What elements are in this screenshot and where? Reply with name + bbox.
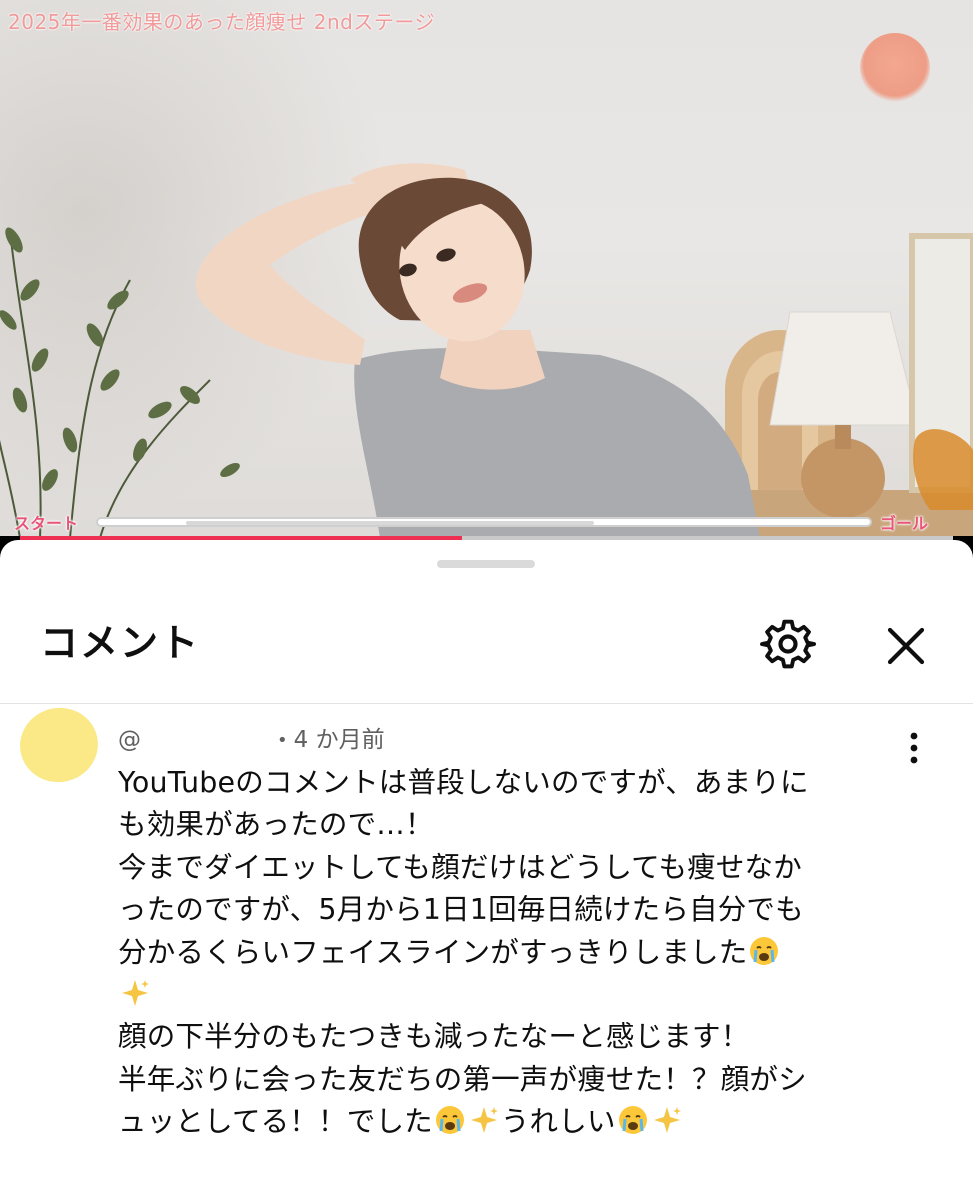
comment-line: ったのですが、5月から1日1回毎日続けたら自分でも [118,893,804,927]
comment-line: ュッとしてる！！でした [118,1105,433,1139]
gear-icon[interactable] [760,618,816,674]
comment-line: 分かるくらいフェイスラインがすっきりしました [118,935,748,969]
comment-line-emoji-only [118,974,908,1016]
comment-line-with-emoji: ュッとしてる！！でした うれしい [118,1101,908,1143]
comments-title: コメント [40,621,201,665]
sun-icon [860,33,930,103]
comment-line: 顔の下半分のもたつきも減ったなーと感じます！ [118,1020,750,1054]
more-vert-icon[interactable] [900,730,928,766]
comment-line: うれしい [500,1105,616,1139]
comment-line: 今までダイエットしても顔だけはどうしても痩せなか [118,850,802,884]
video-player[interactable]: 2025年一番効果のあった顔痩せ 2ndステージ スタート ゴール [0,0,973,538]
progress-start-label: スタート [14,514,79,533]
close-icon[interactable] [880,620,932,672]
comment-time: 4 か月前 [293,727,385,753]
crying-face-icon [750,936,779,965]
progress-goal-label: ゴール [880,514,929,533]
video-frame-illustration [0,163,973,538]
author-handle[interactable]: @ [118,727,141,753]
avatar[interactable] [13,700,105,790]
overlay-progress-fill [186,521,594,525]
video-overlay-title: 2025年一番効果のあった顔痩せ 2ndステージ [8,10,435,34]
header-divider [0,703,973,704]
sparkles-icon [122,980,149,1007]
comment-meta: @ • 4 か月前 [118,720,385,754]
drag-handle[interactable] [437,560,535,568]
overlay-progress-track [96,517,872,527]
comment-line: 半年ぶりに会った友だちの第一声が痩せた！？顔がシ [118,1062,807,1096]
comment-line-with-emoji: 分かるくらいフェイスラインがすっきりしました [118,932,908,974]
comment-line: も効果があったので…！ [118,808,434,842]
comment-text: YouTubeのコメントは普段しないのですが、あまりに も効果があったので…！ … [118,762,908,1144]
sparkles-icon [470,1107,498,1134]
comment-line: YouTubeのコメントは普段しないのですが、あまりに [118,766,809,799]
comments-sheet: コメント @ • 4 か月前 YouTubeのコメントは普段しないのですが、あまりに… [0,540,973,1200]
sparkles-icon [653,1107,681,1134]
meta-separator: • [277,730,288,751]
crying-face-icon [435,1106,464,1135]
crying-face-icon [618,1106,647,1135]
